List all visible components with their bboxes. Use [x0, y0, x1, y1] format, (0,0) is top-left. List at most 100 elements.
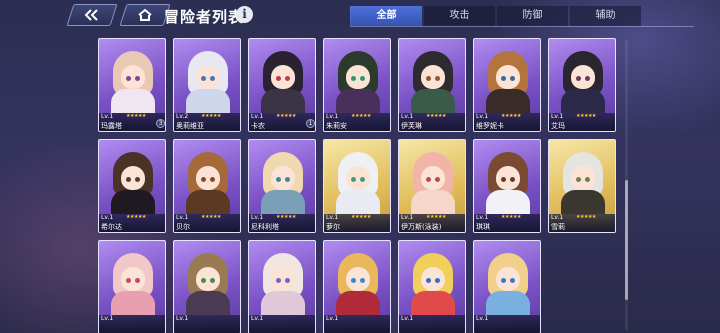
adventurer-portrait: [182, 49, 234, 113]
info-icon[interactable]: i: [236, 6, 253, 23]
star-rating: ★★★★★: [276, 113, 296, 119]
adventurer-name: 尼科利塔: [251, 223, 279, 231]
level-label: Lv.1: [251, 113, 264, 120]
card-info-bar: Lv.1: [474, 315, 540, 333]
adventurer-portrait: [557, 49, 609, 113]
count-badge: 3: [156, 119, 165, 128]
adventurer-portrait: [332, 251, 384, 315]
level-label: Lv.2: [176, 113, 189, 120]
star-rating: ★★★★★: [351, 214, 371, 220]
adventurer-portrait: [107, 251, 159, 315]
adventurer-portrait: [107, 150, 159, 214]
adventurer-portrait: [107, 49, 159, 113]
card-info-bar: Lv.1 ★★★★★ 尼科利塔: [249, 214, 315, 232]
adventurer-card[interactable]: Lv.1: [323, 240, 391, 333]
card-info-bar: Lv.1: [174, 315, 240, 333]
adventurer-portrait: [332, 150, 384, 214]
level-label: Lv.1: [401, 214, 414, 221]
card-info-bar: Lv.1: [324, 315, 390, 333]
adventurer-portrait: [257, 150, 309, 214]
level-label: Lv.1: [551, 113, 564, 120]
tab-defense[interactable]: 防御: [496, 6, 568, 26]
home-button[interactable]: [119, 4, 171, 26]
adventurer-name: 维罗妮卡: [476, 122, 504, 130]
tab-underline: [350, 26, 694, 27]
adventurer-card[interactable]: Lv.1 ★★★★★ 维罗妮卡: [473, 38, 541, 132]
card-info-bar: Lv.1 ★★★★★ 朱莉安: [324, 113, 390, 131]
tab-support[interactable]: 辅助: [569, 6, 641, 26]
adventurer-name: 艾玛: [551, 122, 565, 130]
card-info-bar: Lv.1 ★★★★★ 伊芙琳: [399, 113, 465, 131]
card-info-bar: Lv.1 ★★★★★ 希尔达: [99, 214, 165, 232]
back-button[interactable]: [66, 4, 118, 26]
adventurer-portrait: [482, 251, 534, 315]
adventurer-card[interactable]: Lv.1 ★★★★★ 伊芙琳: [398, 38, 466, 132]
level-label: Lv.1: [476, 214, 489, 221]
adventurer-portrait: [407, 251, 459, 315]
adventurer-card[interactable]: Lv.1 ★★★★★ 贝尔: [173, 139, 241, 233]
adventurer-card[interactable]: Lv.1 ★★★★★ 希尔达: [98, 139, 166, 233]
card-info-bar: Lv.1 ★★★★★ 贝尔: [174, 214, 240, 232]
adventurer-card[interactable]: Lv.1 ★★★★★ 玛露塔 3: [98, 38, 166, 132]
adventurer-card[interactable]: Lv.1 ★★★★★ 琪琪: [473, 139, 541, 233]
card-info-bar: Lv.1 ★★★★★ 萝尔: [324, 214, 390, 232]
adventurer-card[interactable]: Lv.1: [398, 240, 466, 333]
adventurer-name: 玛露塔: [101, 122, 122, 130]
star-rating: ★★★★★: [201, 214, 221, 220]
adventurer-portrait: [257, 49, 309, 113]
level-label: Lv.1: [326, 315, 339, 322]
tab-all[interactable]: 全部: [350, 6, 422, 26]
adventurer-card[interactable]: Lv.2 ★★★★★ 奥莉维亚: [173, 38, 241, 132]
level-label: Lv.1: [101, 214, 114, 221]
adventurer-name: 希尔达: [101, 223, 122, 231]
star-rating: ★★★★★: [426, 214, 446, 220]
adventurer-card[interactable]: Lv.1 ★★★★★ 艾玛: [548, 38, 616, 132]
level-label: Lv.1: [251, 214, 264, 221]
card-info-bar: Lv.1 ★★★★★ 雪莉: [549, 214, 615, 232]
card-info-bar: Lv.1 ★★★★★ 玛露塔 3: [99, 113, 165, 131]
level-label: Lv.1: [326, 113, 339, 120]
adventurer-card[interactable]: Lv.1 ★★★★★ 尼科利塔: [248, 139, 316, 233]
tab-attack[interactable]: 攻击: [423, 6, 495, 26]
adventurer-portrait: [257, 251, 309, 315]
scrollbar-thumb[interactable]: [625, 180, 628, 300]
level-label: Lv.1: [476, 113, 489, 120]
adventurer-card[interactable]: Lv.1 ★★★★★ 伊万斯(泳装): [398, 139, 466, 233]
level-label: Lv.1: [101, 113, 114, 120]
level-label: Lv.1: [176, 315, 189, 322]
adventurer-card[interactable]: Lv.1 ★★★★★ 雪莉: [548, 139, 616, 233]
home-icon: [137, 8, 153, 22]
adventurer-card[interactable]: Lv.1: [248, 240, 316, 333]
star-rating: ★★★★★: [426, 113, 446, 119]
adventurer-name: 琪琪: [476, 223, 490, 231]
adventurer-name: 雪莉: [551, 223, 565, 231]
header-bar: 冒险者列表 i 全部 攻击 防御 辅助: [0, 0, 720, 32]
adventurer-card[interactable]: Lv.1: [173, 240, 241, 333]
adventurer-portrait: [182, 150, 234, 214]
level-label: Lv.1: [476, 315, 489, 322]
adventurer-portrait: [482, 150, 534, 214]
adventurer-name: 卡农: [251, 122, 265, 130]
adventurer-card[interactable]: Lv.1: [98, 240, 166, 333]
star-rating: ★★★★★: [126, 214, 146, 220]
card-info-bar: Lv.1 ★★★★★ 艾玛: [549, 113, 615, 131]
adventurer-card[interactable]: Lv.1 ★★★★★ 萝尔: [323, 139, 391, 233]
adventurer-card[interactable]: Lv.1: [473, 240, 541, 333]
level-label: Lv.1: [251, 315, 264, 322]
star-rating: ★★★★★: [276, 214, 296, 220]
level-label: Lv.1: [101, 315, 114, 322]
star-rating: ★★★★★: [501, 113, 521, 119]
adventurer-portrait: [482, 49, 534, 113]
star-rating: ★★★★★: [201, 113, 221, 119]
adventurer-name: 伊万斯(泳装): [401, 223, 442, 231]
adventurer-portrait: [182, 251, 234, 315]
adventurer-card[interactable]: Lv.1 ★★★★★ 朱莉安: [323, 38, 391, 132]
adventurer-grid: Lv.1 ★★★★★ 玛露塔 3 Lv.2 ★★★★★ 奥莉维亚 Lv.1 ★★★★★ 卡农 1 Lv…: [98, 38, 618, 333]
adventurer-card[interactable]: Lv.1 ★★★★★ 卡农 1: [248, 38, 316, 132]
card-info-bar: Lv.1 ★★★★★ 维罗妮卡: [474, 113, 540, 131]
card-info-bar: Lv.1 ★★★★★ 琪琪: [474, 214, 540, 232]
adventurer-name: 伊芙琳: [401, 122, 422, 130]
adventurer-name: 朱莉安: [326, 122, 347, 130]
level-label: Lv.1: [401, 113, 414, 120]
level-label: Lv.1: [551, 214, 564, 221]
